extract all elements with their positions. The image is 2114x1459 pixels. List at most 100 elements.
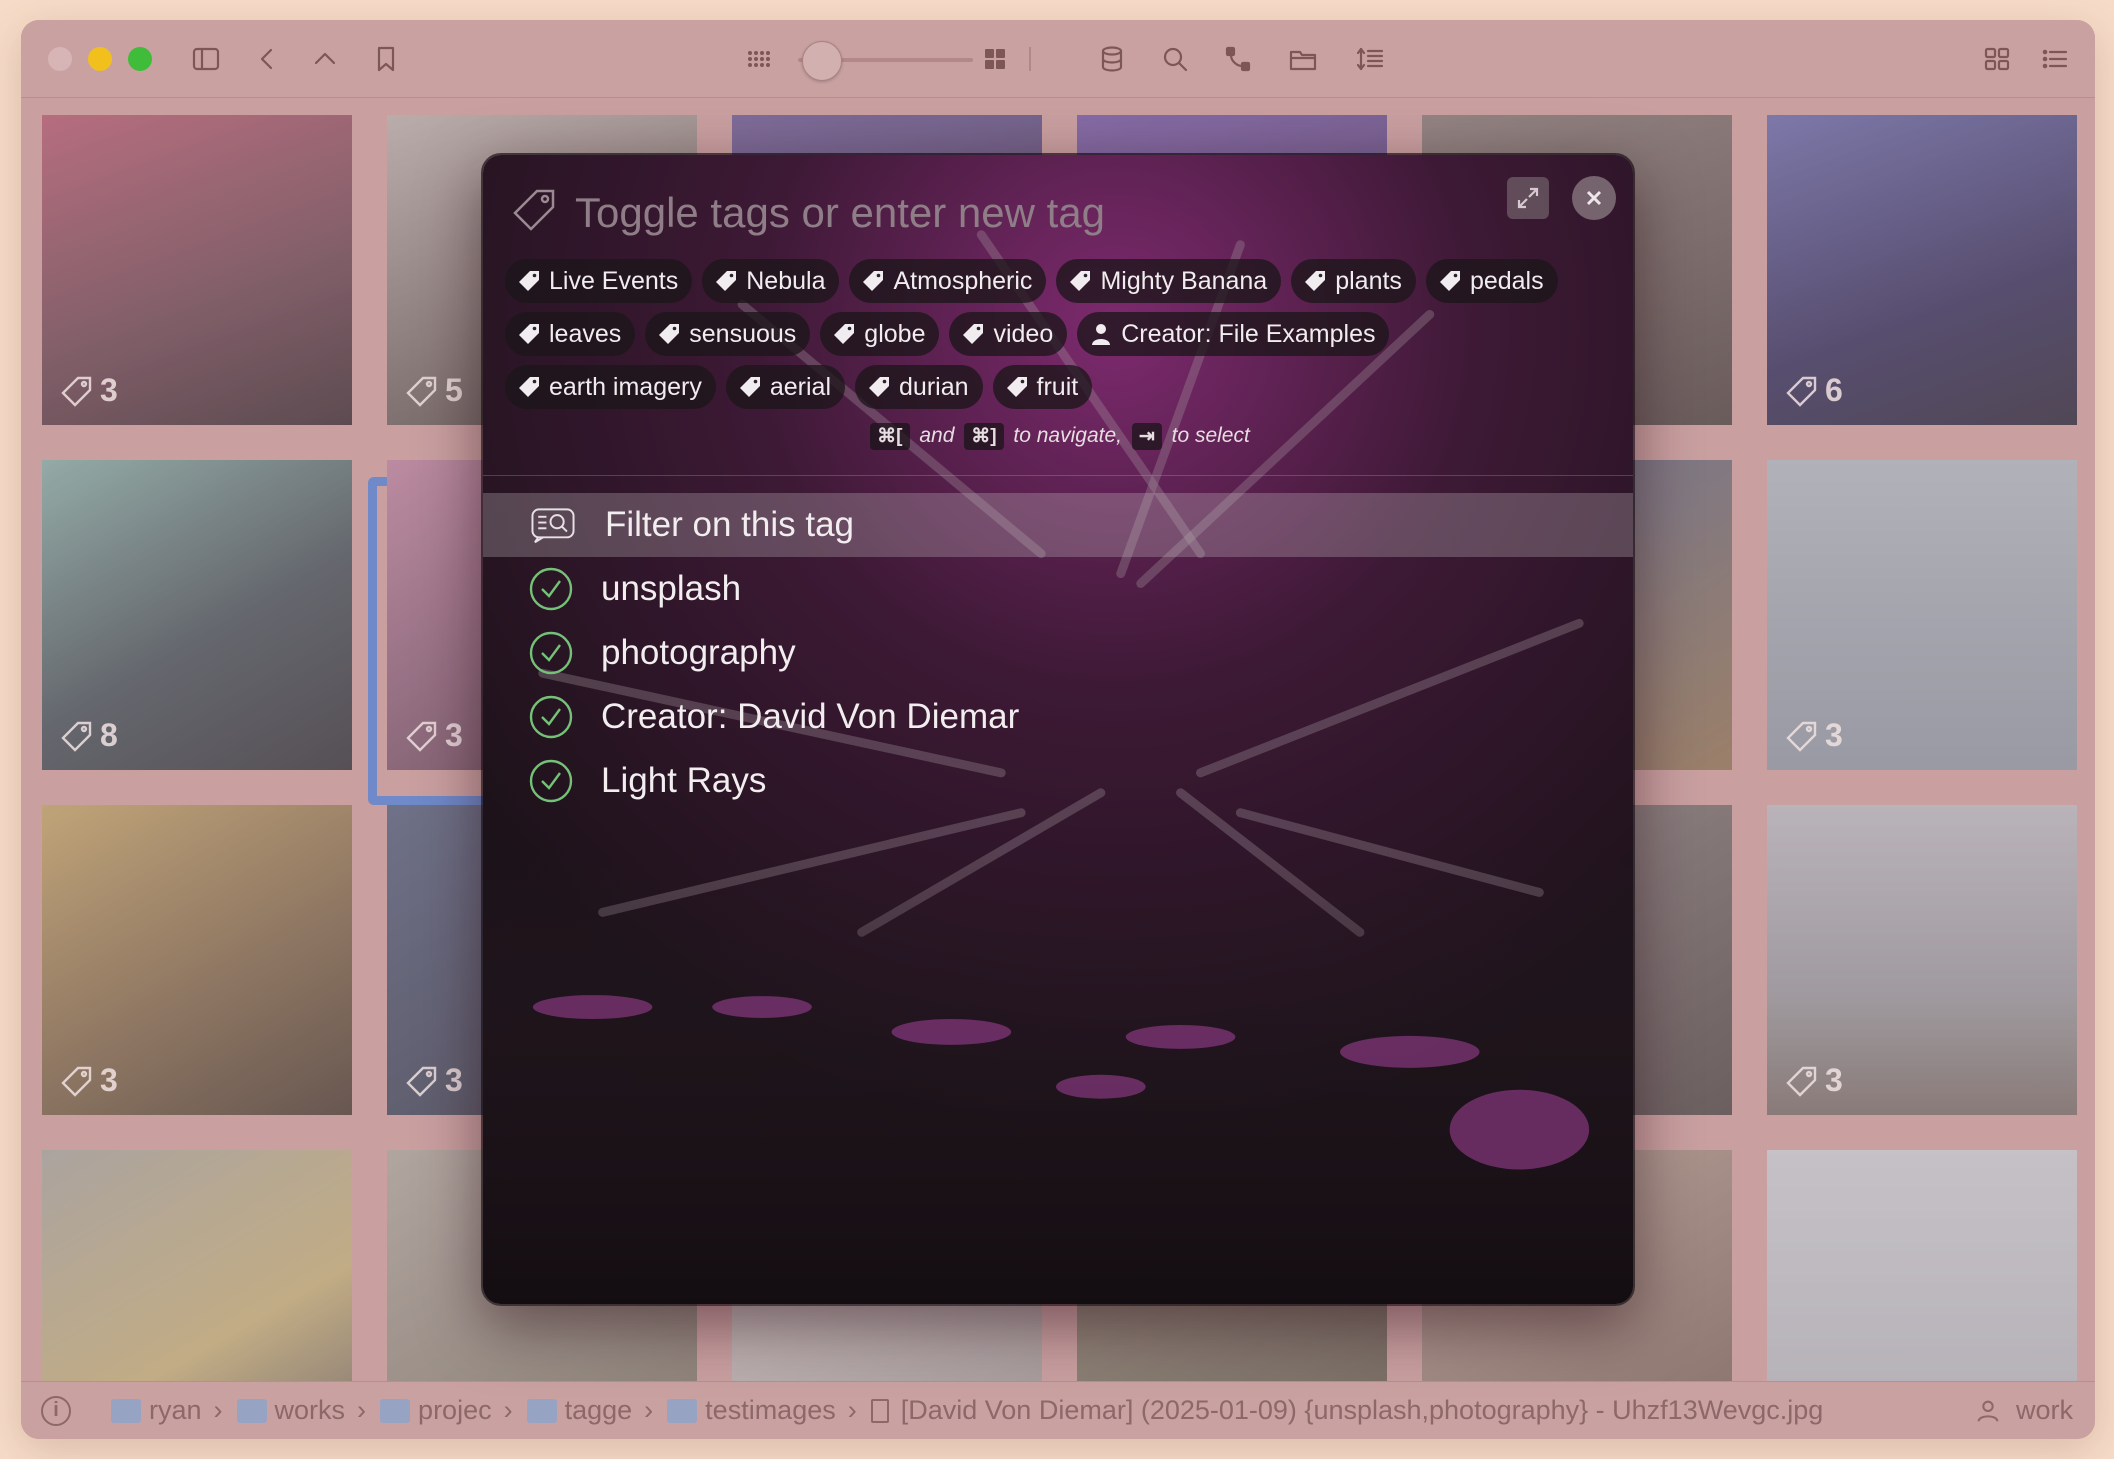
zoom-slider-knob[interactable] (802, 41, 842, 81)
list-item-label: Light Rays (601, 761, 767, 800)
close-window-button[interactable] (48, 47, 72, 71)
tag-chip[interactable]: sensuous (645, 312, 811, 356)
grid-view-icon[interactable] (1978, 40, 2016, 78)
tag-icon (963, 324, 984, 344)
applied-tag-item[interactable]: unsplash (483, 557, 1633, 621)
tag-icon (834, 324, 855, 344)
person-icon (1092, 324, 1111, 345)
breadcrumb-item[interactable]: tagge › (526, 1395, 658, 1426)
thumbnail[interactable]: 3 (42, 115, 352, 425)
tag-icon (863, 271, 884, 291)
bookmark-icon[interactable] (367, 40, 405, 78)
hint-key-prev: ⌘[ (870, 423, 910, 450)
tag-count: 6 (1825, 372, 1843, 408)
tag-icon (1786, 376, 1817, 407)
tag-count-badge: 3 (405, 1062, 463, 1099)
thumbnail[interactable]: 6 (1767, 115, 2077, 425)
thumbnail[interactable]: 3 (1767, 460, 2077, 770)
breadcrumb-label: tagge (564, 1395, 633, 1425)
thumbnail[interactable]: 3 (1767, 805, 2077, 1115)
breadcrumb-item[interactable]: ryan › (111, 1395, 227, 1426)
large-grid-icon[interactable] (976, 40, 1014, 78)
info-icon[interactable]: i (41, 1395, 71, 1426)
tag-count: 3 (1825, 1062, 1843, 1098)
tag-icon (61, 1066, 92, 1097)
tag-count-badge: 3 (60, 372, 118, 409)
tag-icon (406, 376, 437, 407)
breadcrumb-item[interactable]: testimages › (667, 1395, 861, 1426)
minimize-window-button[interactable] (88, 47, 112, 71)
tag-chip[interactable]: Nebula (702, 259, 840, 303)
tag-icon (61, 721, 92, 752)
workspace-name: work (2015, 1395, 2073, 1425)
tag-chip[interactable]: pedals (1425, 259, 1558, 303)
database-icon[interactable] (1093, 40, 1131, 78)
tag-chip[interactable]: plants (1291, 259, 1416, 303)
tag-count-badge: 3 (60, 1062, 118, 1099)
small-grid-icon[interactable] (739, 40, 777, 78)
tag-chip[interactable]: Mighty Banana (1056, 259, 1282, 303)
tag-count-badge: 8 (60, 717, 118, 754)
tag-search-input[interactable] (575, 189, 1475, 237)
tag-chip-label: aerial (769, 372, 832, 401)
tag-chip-label: video (993, 319, 1054, 348)
filter-icon (523, 501, 583, 549)
breadcrumb-label: testimages (705, 1395, 836, 1425)
workspace-indicator[interactable]: work (1974, 1395, 2073, 1426)
toolbar-divider (1026, 40, 1034, 78)
tag-chip[interactable]: globe (820, 312, 940, 356)
tag-count: 8 (100, 717, 118, 753)
tag-icon (61, 376, 92, 407)
filter-on-tag-item[interactable]: Filter on this tag (483, 493, 1633, 557)
applied-tag-item[interactable]: photography (483, 621, 1633, 685)
tag-chip[interactable]: durian (855, 365, 983, 409)
tag-chip[interactable]: fruit (992, 365, 1093, 409)
thumbnail[interactable]: 3 (42, 805, 352, 1115)
chip-row: earth imagery aerial durian fruit (505, 365, 1615, 409)
tag-chip-label: fruit (1036, 372, 1079, 401)
sidebar-toggle-icon[interactable] (187, 40, 225, 78)
back-icon[interactable] (248, 40, 286, 78)
hint-key-next: ⌘] (964, 423, 1004, 450)
toolbar (21, 20, 2095, 98)
tag-chip[interactable]: leaves (505, 312, 636, 356)
tag-chip-label: pedals (1469, 266, 1544, 295)
breadcrumb: ryan › works › projec › tagge › testimages › (111, 1395, 871, 1426)
tag-chip[interactable]: Creator: File Examples (1077, 312, 1390, 356)
tag-icon (406, 721, 437, 752)
chip-row: leaves sensuous globe video Creator: File Ex… (505, 312, 1615, 356)
checkmark-circle-icon (529, 567, 573, 611)
chevron-right-icon: › (213, 1395, 223, 1425)
hint-select: to select (1171, 424, 1250, 447)
breadcrumb-item[interactable]: projec › (380, 1395, 517, 1426)
list-item-label: Filter on this tag (605, 505, 854, 544)
tag-count: 3 (100, 372, 118, 408)
applied-tag-item[interactable]: Creator: David Von Diemar (483, 685, 1633, 749)
list-view-icon[interactable] (2036, 40, 2074, 78)
tag-chip[interactable]: Live Events (505, 259, 693, 303)
tag-count: 3 (445, 717, 463, 753)
tag-icon (509, 185, 561, 242)
close-dialog-button[interactable] (1572, 176, 1616, 220)
breadcrumb-item[interactable]: works › (236, 1395, 371, 1426)
folder-icon[interactable] (1284, 40, 1322, 78)
tag-chip[interactable]: video (949, 312, 1068, 356)
sort-icon[interactable] (1351, 40, 1389, 78)
expand-icon[interactable] (1507, 177, 1549, 219)
tag-chip-label: Mighty Banana (1100, 266, 1268, 295)
chevron-right-icon: › (357, 1395, 367, 1425)
list-item-label: Creator: David Von Diemar (601, 697, 1020, 736)
tag-chip[interactable]: aerial (725, 365, 846, 409)
tag-count: 3 (445, 1062, 463, 1098)
tag-icon (406, 1066, 437, 1097)
tag-chip-label: leaves (549, 319, 622, 348)
thumbnail[interactable]: 8 (42, 460, 352, 770)
maximize-window-button[interactable] (128, 47, 152, 71)
tag-chip[interactable]: Atmospheric (849, 259, 1047, 303)
graph-icon[interactable] (1219, 40, 1257, 78)
tag-chip[interactable]: earth imagery (505, 365, 716, 409)
applied-tag-item[interactable]: Light Rays (483, 749, 1633, 813)
search-icon[interactable] (1156, 40, 1194, 78)
tag-chip-area: Live Events Nebula Atmospheric Mighty Banan… (505, 259, 1615, 418)
up-icon[interactable] (306, 40, 344, 78)
